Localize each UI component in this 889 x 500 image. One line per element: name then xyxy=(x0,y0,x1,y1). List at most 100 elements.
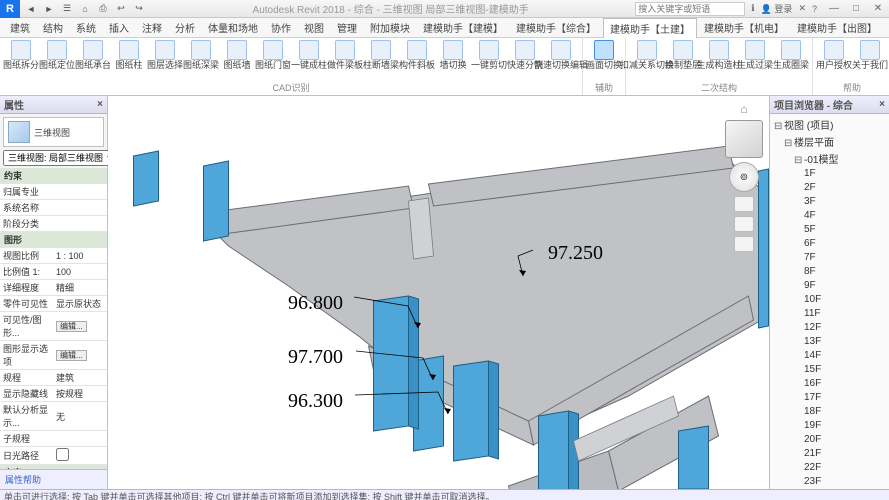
tree-leaf[interactable]: 1F xyxy=(770,167,889,181)
ribbon-tab[interactable]: 视图 xyxy=(298,18,330,37)
ribbon-button[interactable]: 图纸深梁 xyxy=(184,40,218,80)
qat-btn[interactable]: ◄ xyxy=(24,2,38,16)
ribbon-button[interactable]: 绘制垫层 xyxy=(666,40,700,80)
ribbon-tab[interactable]: 建模助手【机电】 xyxy=(698,18,790,37)
orbit-button[interactable] xyxy=(734,236,754,252)
ribbon-button[interactable]: 扣减关系切换 xyxy=(630,40,664,80)
tree-leaf[interactable]: 14F xyxy=(770,349,889,363)
ribbon-tab[interactable]: 建模助手【出图】 xyxy=(791,18,883,37)
property-edit-button[interactable]: 编辑... xyxy=(56,321,87,332)
tree-leaf[interactable]: 2F xyxy=(770,181,889,195)
property-value[interactable] xyxy=(54,207,107,209)
ribbon-button[interactable]: 图纸承台 xyxy=(76,40,110,80)
ribbon-button[interactable]: 用户授权 xyxy=(817,40,851,80)
ribbon-button[interactable]: 墙切换 xyxy=(436,40,470,80)
qat-btn[interactable]: ► xyxy=(42,2,56,16)
3d-viewport[interactable]: ⌂ ⊚ 97.25096.80097.70096.300 xyxy=(108,96,769,489)
tree-leaf[interactable]: 10F xyxy=(770,293,889,307)
tree-leaf[interactable]: 13F xyxy=(770,335,889,349)
tree-leaf[interactable]: 11F xyxy=(770,307,889,321)
exchange-icon[interactable]: ✕ xyxy=(798,3,806,14)
signin-link[interactable]: 👤 登录 xyxy=(761,2,793,15)
ribbon-button[interactable]: 图纸柱 xyxy=(112,40,146,80)
property-value[interactable] xyxy=(54,438,107,440)
minimize-button[interactable]: — xyxy=(823,0,845,18)
ribbon-tab[interactable]: 建模助手【综合】 xyxy=(510,18,602,37)
ribbon-button[interactable]: 构件斜板 xyxy=(400,40,434,80)
app-logo[interactable]: R xyxy=(0,0,20,18)
ribbon-button[interactable]: 一键剪切 xyxy=(472,40,506,80)
ribbon-button[interactable]: 关于我们 xyxy=(853,40,887,80)
properties-close-icon[interactable]: × xyxy=(97,99,103,110)
ribbon-tab[interactable]: 建筑 xyxy=(4,18,36,37)
tree-node[interactable]: ⊟-01模型 xyxy=(770,150,889,167)
property-category[interactable]: 图形 xyxy=(0,232,107,248)
tree-leaf[interactable]: 20F xyxy=(770,433,889,447)
maximize-button[interactable]: □ xyxy=(845,0,867,18)
property-value[interactable] xyxy=(54,223,107,225)
ribbon-button[interactable]: 图纸墙 xyxy=(220,40,254,80)
ribbon-button[interactable]: 生成过梁 xyxy=(738,40,772,80)
qat-btn[interactable]: ⌂ xyxy=(78,2,92,16)
zoom-button[interactable] xyxy=(734,216,754,232)
ribbon-button[interactable]: 生成圈梁 xyxy=(774,40,808,80)
qat-btn[interactable]: ↪ xyxy=(132,2,146,16)
property-value[interactable]: 精细 xyxy=(54,280,107,295)
ribbon-tab[interactable]: 附加模块 xyxy=(364,18,416,37)
viewcube[interactable] xyxy=(725,120,763,158)
type-selector[interactable]: 三维视图: 局部三维视图 xyxy=(3,150,121,166)
tree-leaf[interactable]: 16F xyxy=(770,377,889,391)
qat-btn[interactable]: ☰ xyxy=(60,2,74,16)
tree-node[interactable]: ⊟楼层平面 xyxy=(770,133,889,150)
close-button[interactable]: ✕ xyxy=(867,0,889,18)
ribbon-button[interactable]: 图层选择 xyxy=(148,40,182,80)
property-value[interactable]: 编辑... xyxy=(54,349,107,362)
ribbon-button[interactable]: 快速切换编辑 xyxy=(544,40,578,80)
ribbon-tab[interactable]: 插入 xyxy=(103,18,135,37)
ribbon-button[interactable]: 一键成柱 xyxy=(292,40,326,80)
tree-twisty-icon[interactable]: ⊟ xyxy=(784,138,794,149)
ribbon-button[interactable]: 生成构造柱 xyxy=(702,40,736,80)
tree-leaf[interactable]: 7F xyxy=(770,251,889,265)
tree-leaf[interactable]: 17F xyxy=(770,391,889,405)
tree-leaf[interactable]: 3F xyxy=(770,195,889,209)
help-search-input[interactable] xyxy=(635,2,745,16)
type-preview[interactable]: 三维视图 xyxy=(3,117,104,147)
tree-leaf[interactable]: 19F xyxy=(770,419,889,433)
nav-home-icon[interactable]: ⌂ xyxy=(740,102,747,116)
ribbon-tab[interactable]: 协作 xyxy=(265,18,297,37)
tree-leaf[interactable]: 15F xyxy=(770,363,889,377)
ribbon-tab[interactable]: 修改 xyxy=(884,18,889,37)
property-value[interactable]: 1 : 100 xyxy=(54,250,107,262)
tree-leaf[interactable]: 21F xyxy=(770,447,889,461)
tree-leaf[interactable]: 4F xyxy=(770,209,889,223)
infocenter-icon[interactable]: ℹ xyxy=(751,3,754,14)
pan-button[interactable] xyxy=(734,196,754,212)
property-checkbox[interactable] xyxy=(56,448,69,461)
steering-wheel[interactable]: ⊚ xyxy=(729,162,759,192)
browser-tree[interactable]: ⊟视图 (项目)⊟楼层平面⊟-01模型1F2F3F4F5F6F7F8F9F10F… xyxy=(770,114,889,489)
ribbon-button[interactable]: 做件梁板 xyxy=(328,40,362,80)
property-value[interactable] xyxy=(54,447,107,464)
tree-leaf[interactable]: 23F xyxy=(770,475,889,489)
tree-leaf[interactable]: 9F xyxy=(770,279,889,293)
tree-leaf[interactable]: 22F xyxy=(770,461,889,475)
qat-btn[interactable]: ↩ xyxy=(114,2,128,16)
properties-grid[interactable]: 约束归属专业系统名称阶段分类图形视图比例1 : 100比例值 1:100详细程度… xyxy=(0,168,107,469)
browser-close-icon[interactable]: × xyxy=(879,99,885,110)
property-value[interactable]: 按规程 xyxy=(54,386,107,401)
ribbon-button[interactable]: 图纸门窗 xyxy=(256,40,290,80)
property-value[interactable]: 100 xyxy=(54,266,107,278)
tree-leaf[interactable]: 18F xyxy=(770,405,889,419)
ribbon-button[interactable]: 画面切换 xyxy=(587,40,621,80)
help-icon[interactable]: ? xyxy=(812,4,817,14)
property-edit-button[interactable]: 编辑... xyxy=(56,350,87,361)
ribbon-tab[interactable]: 分析 xyxy=(169,18,201,37)
property-value[interactable]: 编辑... xyxy=(54,320,107,333)
tree-twisty-icon[interactable]: ⊟ xyxy=(774,121,784,132)
ribbon-button[interactable]: 图纸定位 xyxy=(40,40,74,80)
ribbon-button[interactable]: 图纸拆分 xyxy=(4,40,38,80)
property-value[interactable]: 显示原状态 xyxy=(54,296,107,311)
ribbon-tab[interactable]: 体量和场地 xyxy=(202,18,264,37)
ribbon-tab[interactable]: 管理 xyxy=(331,18,363,37)
